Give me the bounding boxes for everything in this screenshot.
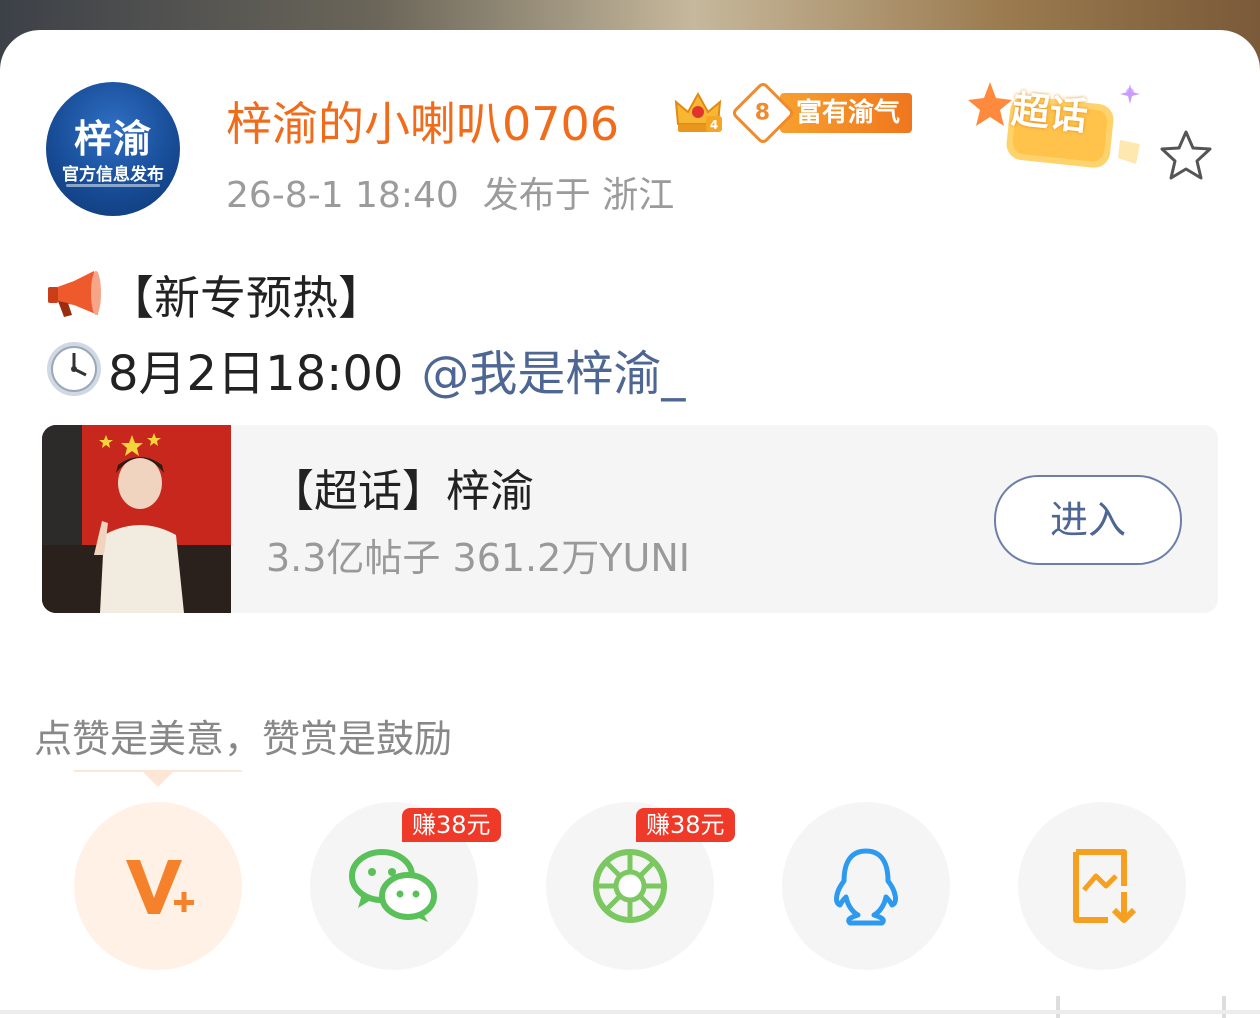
username[interactable]: 梓渝的小喇叭0706	[226, 88, 619, 154]
wechat-icon	[349, 849, 437, 922]
qq-share-button[interactable]	[782, 802, 950, 970]
save-image-icon	[1073, 849, 1137, 923]
v-plus-icon	[126, 860, 194, 914]
moments-earn-badge: 赚38元	[636, 808, 735, 842]
clock-icon	[47, 342, 101, 396]
level-diamond: 8	[730, 80, 796, 146]
star-icon[interactable]	[1156, 126, 1216, 186]
avatar-title: 梓渝	[73, 117, 152, 161]
wechat-earn-badge: 赚38元	[402, 808, 501, 842]
crown-icon: 4	[674, 91, 722, 132]
v-plus-button[interactable]	[74, 802, 242, 970]
super-topic-label: 超话	[1009, 87, 1090, 139]
level-badge[interactable]: 8 富有渝气	[730, 80, 913, 146]
reward-hint: 点赞是美意，赞赏是鼓励	[34, 717, 453, 761]
save-image-button[interactable]	[1018, 802, 1186, 970]
hint-caret	[142, 771, 174, 787]
topic-stats: 3.3亿帖子 361.2万YUNI	[266, 536, 690, 580]
level-title: 富有渝气	[780, 93, 913, 133]
post-card: 梓渝 官方信息发布 梓渝的小喇叭0706 4 8 富有渝气 超话 26-8-1 …	[0, 30, 1260, 1018]
mention-link[interactable]: @我是梓渝_	[421, 334, 685, 404]
scroll-indicator	[1222, 996, 1226, 1018]
qq-icon	[834, 848, 898, 926]
release-time: 8月2日18:00	[108, 346, 404, 402]
post-meta: 26-8-1 18:40 发布于 浙江	[226, 166, 674, 218]
super-topic-card[interactable]: 【超话】梓渝 3.3亿帖子 361.2万YUNI 进入	[42, 425, 1218, 613]
crown-level: 4	[710, 118, 718, 132]
level-number: 8	[755, 100, 771, 126]
enter-button[interactable]: 进入	[994, 475, 1182, 565]
avatar-subtitle: 官方信息发布	[62, 165, 164, 185]
topic-title: 【超话】梓渝	[270, 466, 534, 517]
topic-thumbnail	[42, 425, 231, 613]
content-heading: 【新专预热】	[108, 271, 384, 325]
content-line-2: 8月2日18:00 @我是梓渝_	[44, 334, 685, 404]
megaphone-icon	[48, 271, 101, 317]
content-line-1: 【新专预热】	[44, 262, 384, 328]
moments-icon	[593, 849, 667, 923]
post-date: 26-8-1 18:40	[226, 175, 459, 216]
avatar[interactable]: 梓渝 官方信息发布	[46, 82, 180, 216]
divider	[0, 1010, 1260, 1014]
scroll-indicator	[1056, 996, 1060, 1018]
avatar-decoration	[66, 184, 160, 187]
post-location: 发布于 浙江	[482, 175, 675, 216]
